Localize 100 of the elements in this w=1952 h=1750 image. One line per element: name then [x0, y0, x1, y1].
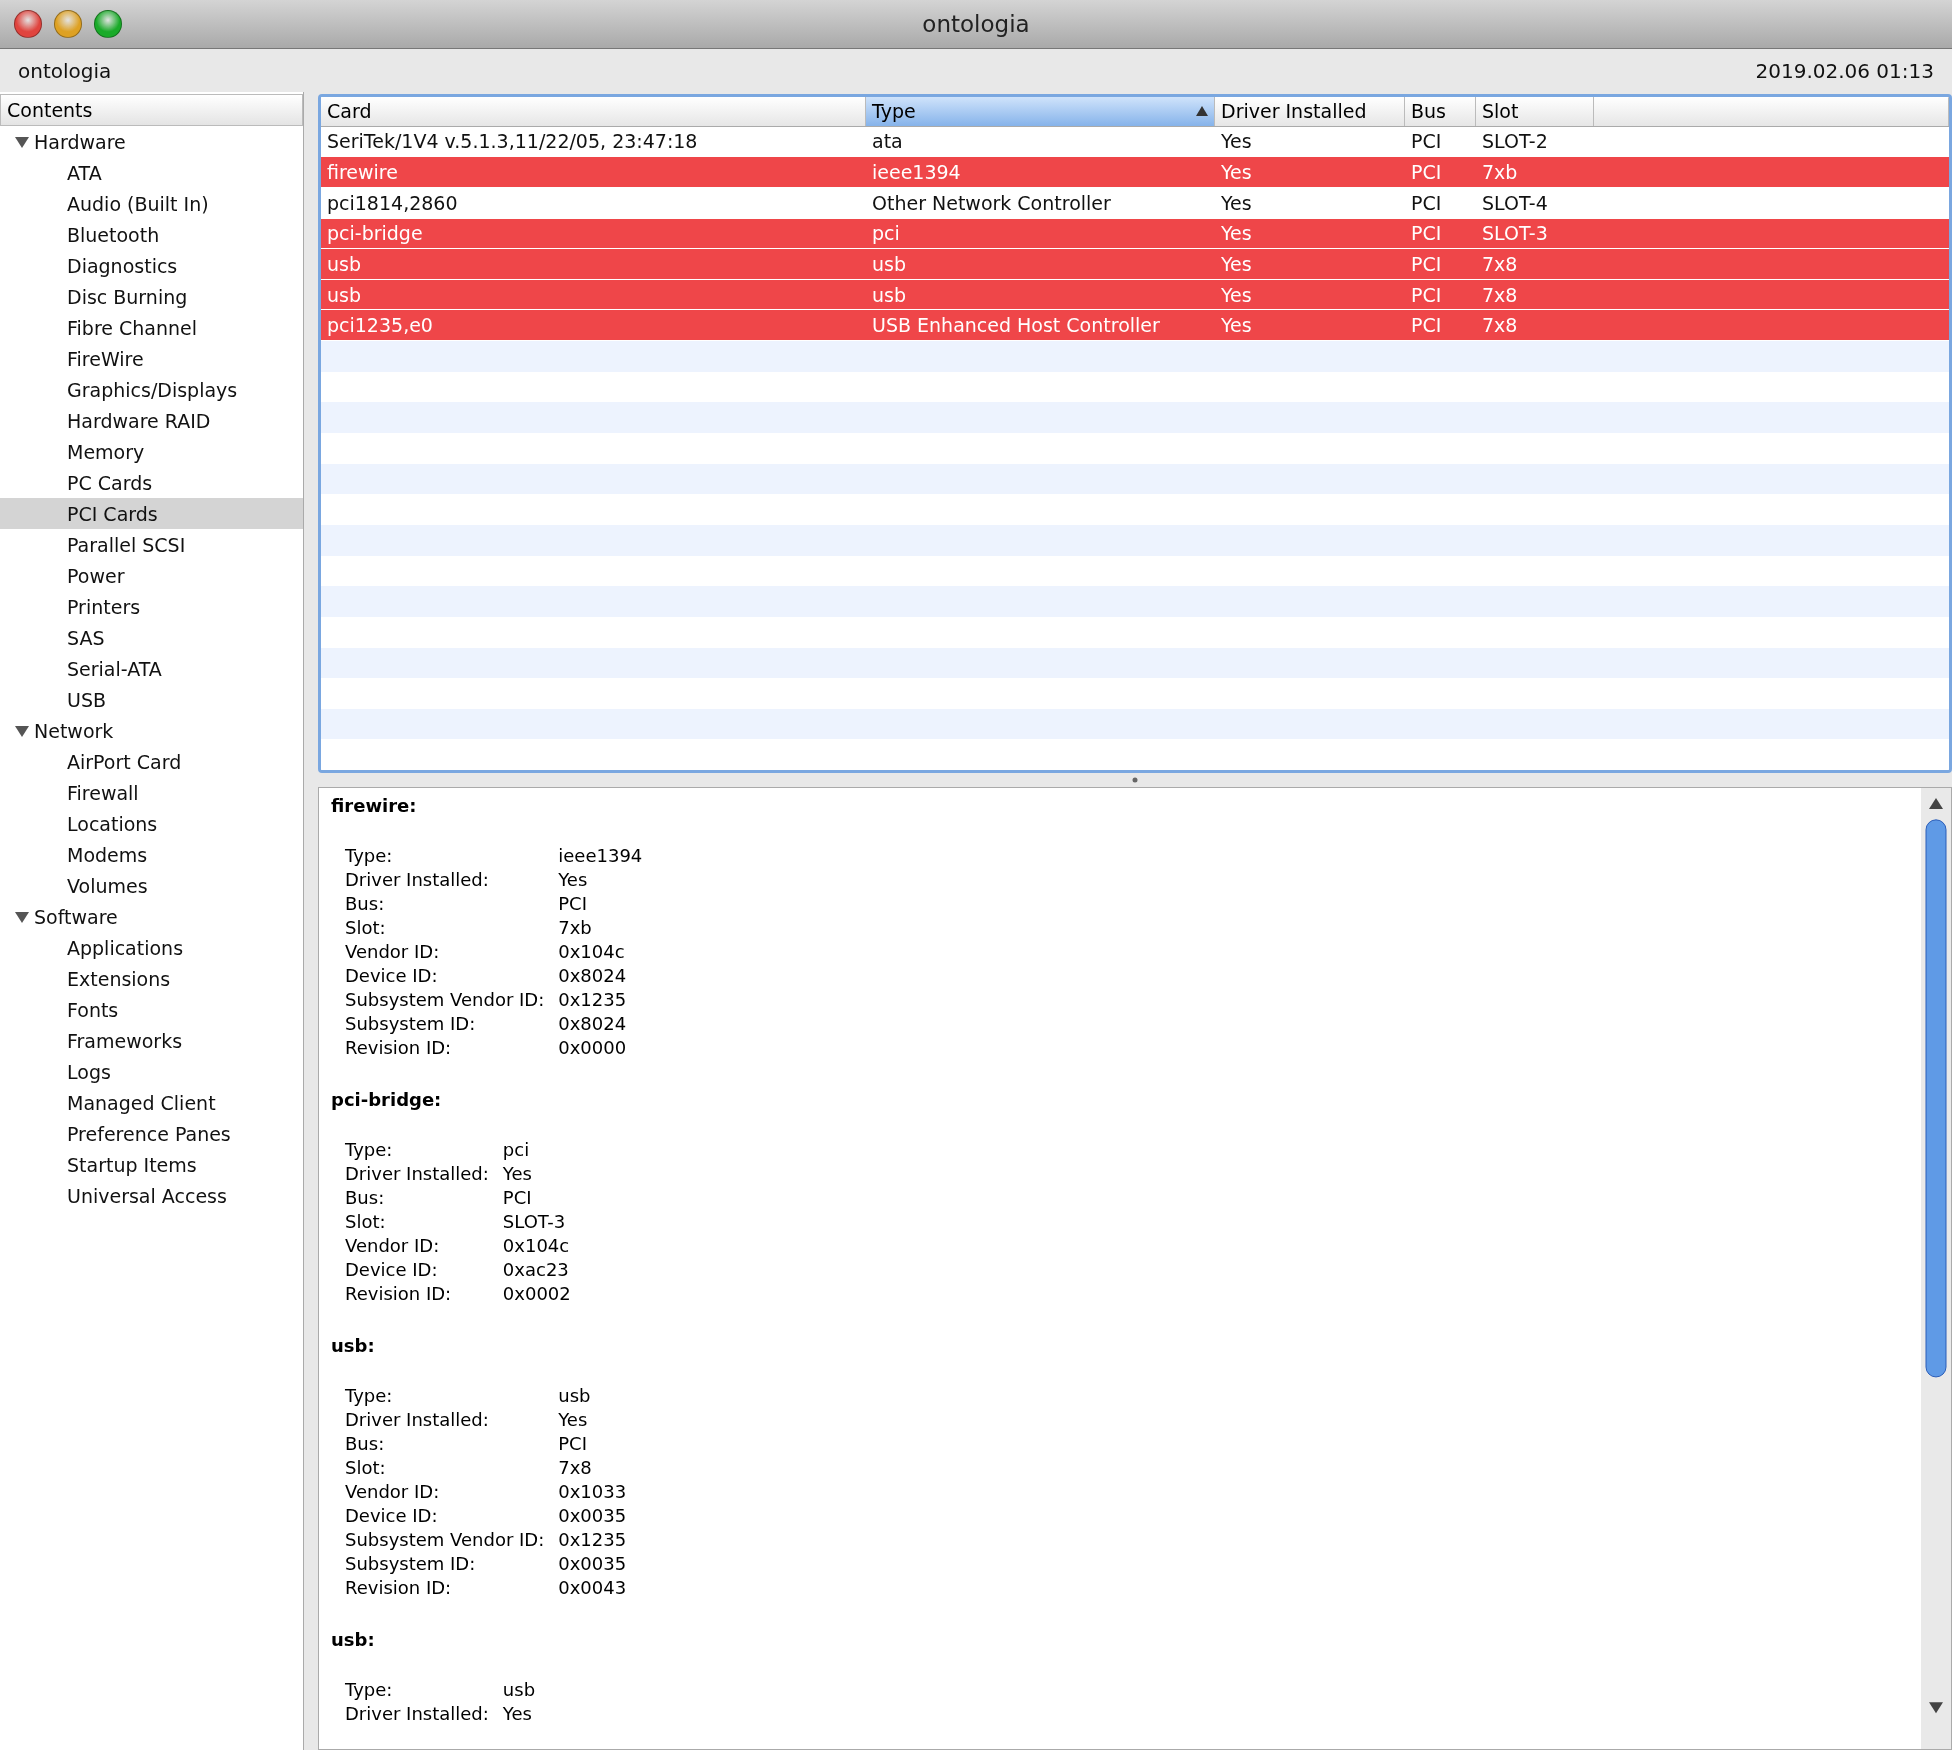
- close-button[interactable]: [14, 10, 42, 38]
- timestamp: 2019.02.06 01:13: [1755, 58, 1934, 83]
- field-value: PCI: [558, 892, 588, 916]
- sidebar-item[interactable]: Frameworks: [0, 1025, 303, 1056]
- table-cell-text: SLOT-3: [1481, 221, 1549, 247]
- sidebar-item[interactable]: Locations: [0, 808, 303, 839]
- sidebar-item[interactable]: Disc Burning: [0, 281, 303, 312]
- field-value: 0x8024: [558, 1012, 628, 1036]
- sidebar-item[interactable]: Firewall: [0, 777, 303, 808]
- sidebar-item[interactable]: PC Cards: [0, 467, 303, 498]
- field-label: Vendor ID:: [345, 1234, 441, 1258]
- field-label: Bus:: [345, 1186, 386, 1210]
- sidebar-group[interactable]: Software: [0, 901, 303, 932]
- sidebar-item[interactable]: PCI Cards: [0, 498, 303, 529]
- sidebar-item[interactable]: Applications: [0, 932, 303, 963]
- table-row[interactable]: usb usb Yes PCI 7x8: [321, 279, 1949, 311]
- sidebar-item[interactable]: USB: [0, 684, 303, 715]
- field-label: Bus:: [345, 1432, 386, 1456]
- sidebar-item[interactable]: Preference Panes: [0, 1118, 303, 1149]
- disclosure-triangle-icon[interactable]: [14, 909, 30, 924]
- field-value: Yes: [558, 868, 589, 892]
- field-label: Subsystem ID:: [345, 1552, 477, 1576]
- minimize-button[interactable]: [54, 10, 82, 38]
- disclosure-triangle-icon[interactable]: [14, 134, 30, 149]
- sidebar-item[interactable]: Diagnostics: [0, 250, 303, 281]
- zoom-button[interactable]: [94, 10, 122, 38]
- vertical-scrollbar[interactable]: [1921, 788, 1951, 1749]
- table-cell-text: Yes: [1220, 282, 1253, 308]
- table-cell-text: ata: [871, 129, 904, 155]
- field-value: 0x0035: [558, 1504, 627, 1528]
- table-cell-text: Yes: [1220, 252, 1253, 277]
- sidebar-header: Contents: [0, 94, 303, 126]
- table-cell-text: PCI: [1410, 129, 1443, 155]
- section-title: pci-bridge:: [331, 1088, 443, 1112]
- table-cell-text: SLOT-2: [1481, 129, 1549, 155]
- sidebar-item[interactable]: Extensions: [0, 963, 303, 994]
- sidebar-item[interactable]: Power: [0, 560, 303, 591]
- sidebar-item[interactable]: Serial-ATA: [0, 653, 303, 684]
- field-value: 0x0002: [502, 1282, 571, 1306]
- field-label: Driver Installed:: [345, 1408, 490, 1432]
- sidebar-group[interactable]: Hardware: [0, 126, 303, 157]
- disclosure-triangle-icon[interactable]: [14, 723, 30, 738]
- table-row[interactable]: pci-bridge pci Yes PCI SLOT-3: [321, 218, 1949, 250]
- field-value: 0x0043: [558, 1576, 627, 1600]
- field-label: Type:: [345, 844, 394, 868]
- field-label: Type:: [345, 1678, 394, 1702]
- table-cell-text: PCI: [1410, 190, 1443, 216]
- field-label: Revision ID:: [345, 1036, 453, 1060]
- sidebar-item[interactable]: Modems: [0, 839, 303, 870]
- field-value: 7x8: [558, 1456, 593, 1480]
- field-value: SLOT-3: [502, 1210, 567, 1234]
- field-value: 0xac23: [502, 1258, 570, 1282]
- field-label: Type:: [345, 1384, 394, 1408]
- sidebar-group[interactable]: Network: [0, 715, 303, 746]
- field-label: Revision ID:: [345, 1576, 453, 1600]
- sidebar-item[interactable]: Graphics/Displays: [0, 374, 303, 405]
- field-label: Driver Installed:: [345, 868, 490, 892]
- table-cell-text: firewire: [326, 160, 399, 186]
- field-label: Revision ID:: [345, 1282, 453, 1306]
- table-cell-text: Yes: [1220, 190, 1253, 216]
- sidebar-item[interactable]: Volumes: [0, 870, 303, 901]
- sidebar-item[interactable]: Startup Items: [0, 1149, 303, 1180]
- sidebar-item[interactable]: ATA: [0, 157, 303, 188]
- sidebar-item[interactable]: Fibre Channel: [0, 312, 303, 343]
- sidebar-item[interactable]: Audio (Built In): [0, 188, 303, 219]
- sidebar-item[interactable]: Managed Client: [0, 1087, 303, 1118]
- field-value: 0x1033: [558, 1480, 627, 1504]
- field-value: PCI: [558, 1432, 588, 1456]
- field-label: Vendor ID:: [345, 1480, 441, 1504]
- column-header[interactable]: Slot: [1476, 97, 1594, 126]
- sidebar-item[interactable]: Fonts: [0, 994, 303, 1025]
- field-value: Yes: [502, 1162, 533, 1186]
- sidebar-item[interactable]: Logs: [0, 1056, 303, 1087]
- table-cell-text: PCI: [1410, 160, 1443, 186]
- field-label: Device ID:: [345, 1258, 439, 1282]
- field-label: Slot:: [345, 1456, 387, 1480]
- splitter-handle-icon[interactable]: [1130, 777, 1140, 783]
- sidebar-item[interactable]: Universal Access: [0, 1180, 303, 1211]
- sidebar-item[interactable]: Hardware RAID: [0, 405, 303, 436]
- table-row[interactable]: usb usb Yes PCI 7x8: [321, 249, 1949, 280]
- field-value: 7xb: [558, 916, 593, 940]
- sidebar-item[interactable]: Memory: [0, 436, 303, 467]
- column-header[interactable]: Driver Installed: [1215, 97, 1405, 126]
- sidebar-item[interactable]: SAS: [0, 622, 303, 653]
- sidebar-item[interactable]: FireWire: [0, 343, 303, 374]
- field-label: Vendor ID:: [345, 940, 441, 964]
- table-row[interactable]: pci1235,e0 USB Enhanced Host Controller Yes PCI 7x8: [321, 310, 1949, 342]
- field-value: 0x1235: [558, 988, 628, 1012]
- table-row[interactable]: firewire ieee1394 Yes PCI 7xb: [321, 157, 1949, 188]
- section-title: usb:: [331, 1628, 376, 1652]
- sidebar-item[interactable]: Parallel SCSI: [0, 529, 303, 560]
- table-cell-text: pci1235,e0: [326, 313, 434, 339]
- field-label: Slot:: [345, 916, 387, 940]
- table-cell-text: usb: [871, 252, 907, 277]
- sidebar-item[interactable]: Printers: [0, 591, 303, 622]
- column-header[interactable]: Type: [866, 97, 1215, 126]
- column-header[interactable]: Bus: [1405, 97, 1476, 126]
- sidebar-item[interactable]: AirPort Card: [0, 746, 303, 777]
- sidebar-item[interactable]: Bluetooth: [0, 219, 303, 250]
- table-cell-text: Yes: [1220, 221, 1253, 247]
